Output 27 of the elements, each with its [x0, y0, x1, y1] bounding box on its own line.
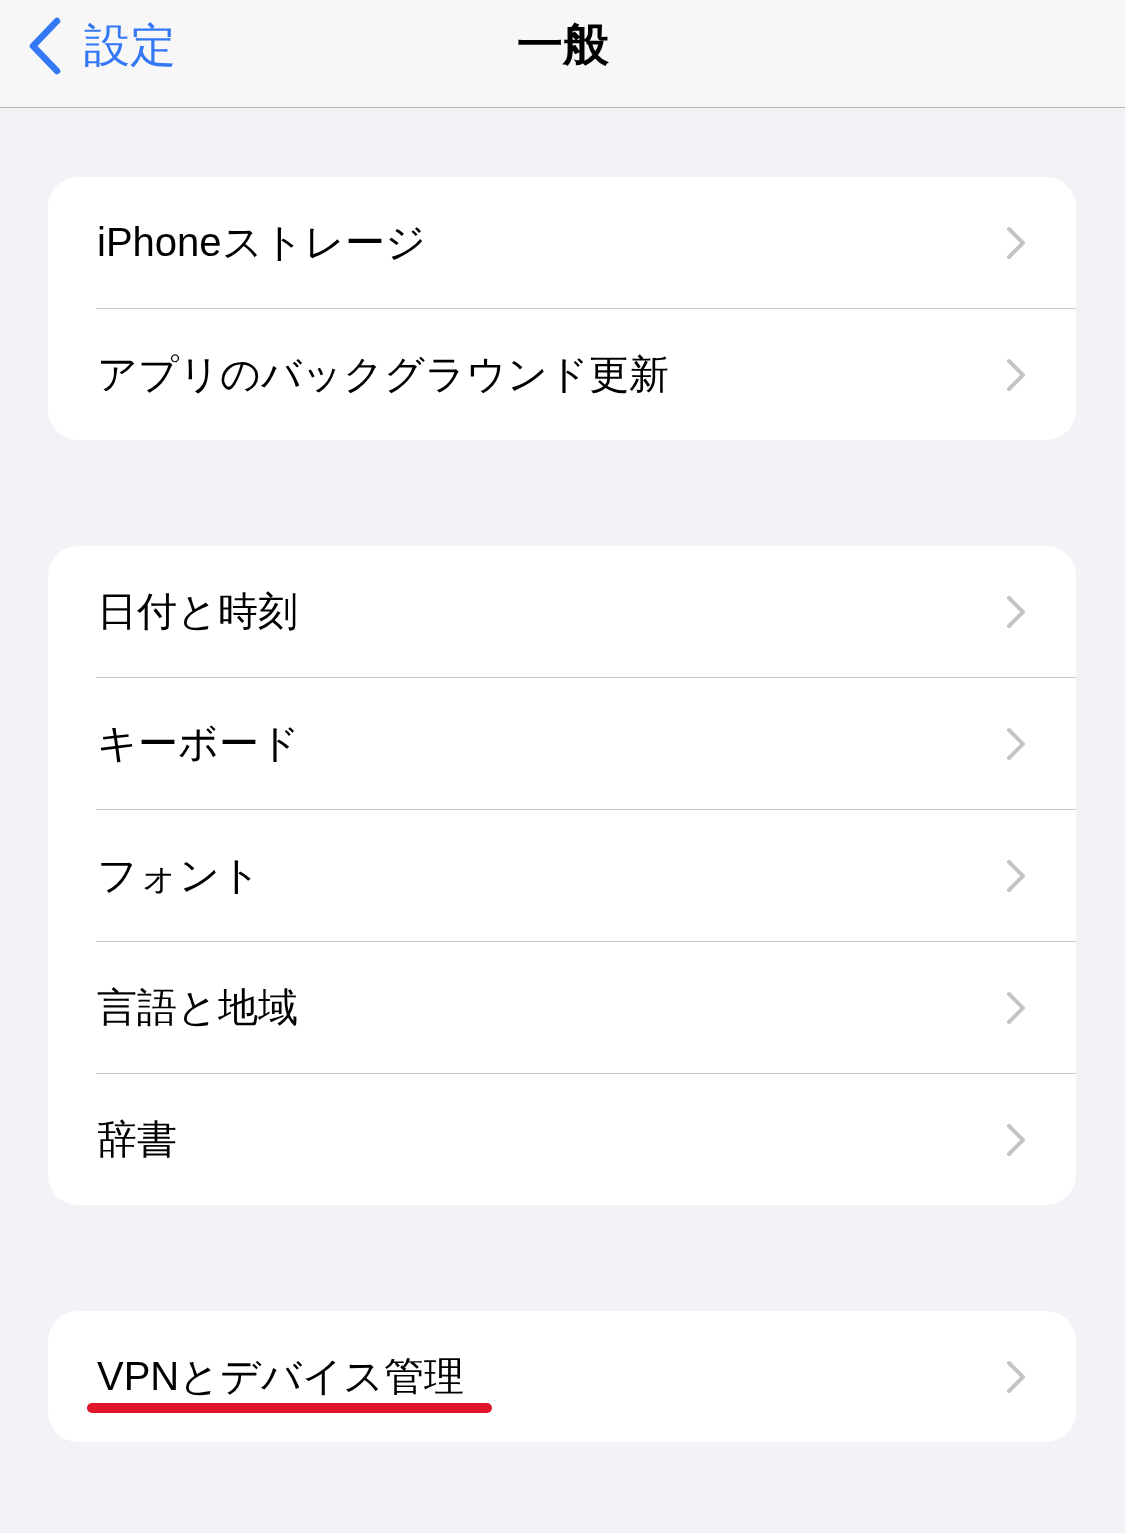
- settings-row[interactable]: アプリのバックグラウンド更新: [48, 309, 1076, 440]
- chevron-icon: [1006, 858, 1026, 893]
- chevron-icon: [1006, 357, 1026, 392]
- row-label: VPNとデバイス管理: [97, 1353, 465, 1400]
- settings-row[interactable]: 辞書: [48, 1074, 1076, 1205]
- back-chevron-icon: [28, 16, 62, 75]
- row-label: 辞書: [97, 1116, 177, 1163]
- back-button[interactable]: 設定: [28, 14, 176, 77]
- chevron-icon: [1006, 594, 1026, 629]
- settings-row[interactable]: iPhoneストレージ: [48, 177, 1076, 308]
- row-label: フォント: [97, 852, 261, 899]
- settings-row[interactable]: 日付と時刻: [48, 546, 1076, 677]
- settings-row[interactable]: フォント: [48, 810, 1076, 941]
- row-label: 日付と時刻: [97, 588, 298, 635]
- settings-row[interactable]: 言語と地域: [48, 942, 1076, 1073]
- settings-row[interactable]: キーボード: [48, 678, 1076, 809]
- settings-row[interactable]: VPNとデバイス管理: [48, 1311, 1076, 1442]
- chevron-icon: [1006, 1359, 1026, 1394]
- chevron-icon: [1006, 1122, 1026, 1157]
- row-label: アプリのバックグラウンド更新: [97, 351, 669, 398]
- row-label: キーボード: [97, 720, 300, 767]
- chevron-icon: [1006, 225, 1026, 260]
- row-label: 言語と地域: [97, 984, 298, 1031]
- chevron-icon: [1006, 990, 1026, 1025]
- chevron-icon: [1006, 726, 1026, 761]
- row-label: iPhoneストレージ: [97, 219, 426, 266]
- nav-title: 一般: [516, 18, 609, 70]
